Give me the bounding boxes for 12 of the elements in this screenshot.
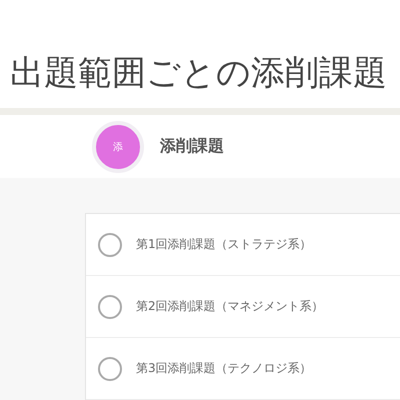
course-title: 添削課題 [160,136,224,158]
assignment-item[interactable]: 第2回添削課題（マネジメント系） [86,276,400,338]
radio-button[interactable] [98,294,122,318]
assignment-label: 第3回添削課題（テクノロジ系） [136,360,312,377]
course-avatar: 添 [92,120,144,173]
page-heading: 出題範囲ごとの添削課題 [10,52,387,96]
assignment-item[interactable]: 第3回添削課題（テクノロジ系） [86,338,400,400]
assignment-item[interactable]: 第1回添削課題（ストラテジ系） [86,214,400,276]
assignment-label: 第1回添削課題（ストラテジ系） [136,236,312,253]
assignment-label: 第2回添削課題（マネジメント系） [136,298,324,315]
radio-button[interactable] [98,356,122,380]
radio-button[interactable] [98,232,122,256]
